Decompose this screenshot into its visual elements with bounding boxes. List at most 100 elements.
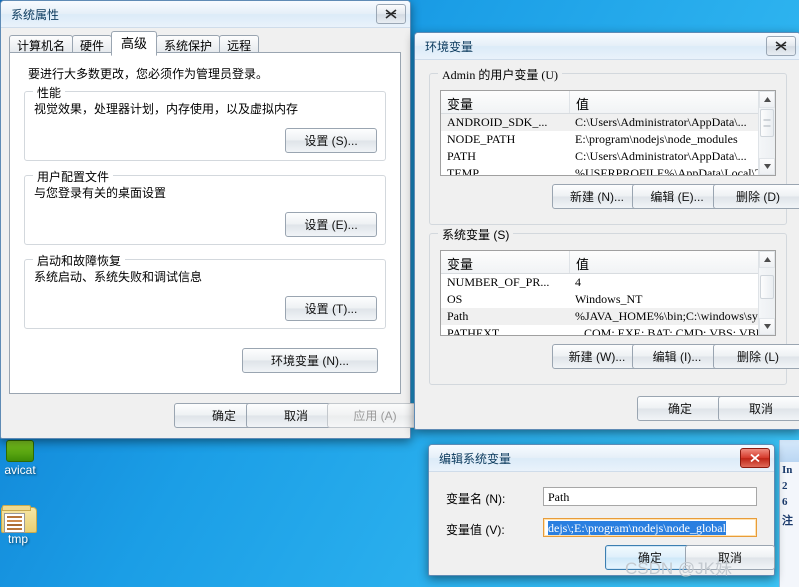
- table-row[interactable]: NODE_PATH E:\program\nodejs\node_modules: [441, 131, 775, 148]
- cell-variable: NUMBER_OF_PR...: [447, 275, 550, 289]
- cell-value: .COM;.EXE;.BAT;.CMD;.VBS;.VBE;: [581, 326, 767, 336]
- ok-button[interactable]: 确定: [637, 396, 723, 421]
- table-row[interactable]: ANDROID_SDK_... C:\Users\Administrator\A…: [441, 114, 775, 131]
- table-row[interactable]: PATH C:\Users\Administrator\AppData\...: [441, 148, 775, 165]
- cancel-button[interactable]: 取消: [718, 396, 799, 421]
- group-description: 视觉效果，处理器计划，内存使用，以及虚拟内存: [34, 102, 299, 116]
- performance-settings-button[interactable]: 设置 (S)...: [285, 128, 377, 153]
- group-user-profiles: 用户配置文件 与您登录有关的桌面设置 设置 (E)...: [24, 168, 386, 245]
- group-system-variables: 系统变量 (S) 变量 值 NUMBER_OF_PR... 4 OS Windo…: [429, 226, 799, 385]
- window-title: 编辑系统变量: [439, 452, 512, 466]
- startup-recovery-settings-button[interactable]: 设置 (T)...: [285, 296, 377, 321]
- variable-name-value: Path: [548, 490, 570, 504]
- table-row[interactable]: NUMBER_OF_PR... 4: [441, 274, 775, 291]
- cell-value: E:\program\nodejs\node_modules: [575, 132, 738, 146]
- scroll-down-arrow-icon[interactable]: [759, 158, 775, 175]
- background-window-line: 注: [782, 515, 793, 527]
- desktop-icon-tmp[interactable]: tmp: [0, 505, 48, 546]
- new-system-variable-button[interactable]: 新建 (W)...: [552, 344, 642, 369]
- table-row[interactable]: TEMP %USERPROFILE%\AppData\Local\Temp: [441, 165, 775, 176]
- close-icon[interactable]: [766, 36, 796, 56]
- new-user-variable-button[interactable]: 新建 (N)...: [552, 184, 642, 209]
- folder-icon: [1, 505, 37, 533]
- cell-value: C:\Users\Administrator\AppData\...: [575, 115, 747, 129]
- scrollbar-thumb[interactable]: [760, 109, 774, 137]
- column-header-value: 值: [570, 91, 775, 113]
- vertical-scrollbar[interactable]: [758, 91, 775, 175]
- list-header: 变量 值: [441, 251, 775, 274]
- environment-variables-titlebar[interactable]: 环境变量: [415, 33, 799, 60]
- column-header-variable: 变量: [441, 91, 570, 113]
- edit-system-variable-window[interactable]: 编辑系统变量 变量名 (N): Path 变量值 (V): dejs\;E:\p…: [428, 444, 775, 578]
- group-description: 系统启动、系统失败和调试信息: [34, 270, 203, 284]
- cell-value: 4: [575, 275, 581, 289]
- table-row[interactable]: Path %JAVA_HOME%\bin;C:\windows\syst...: [441, 308, 775, 325]
- desktop-icon-label: avicat: [4, 463, 36, 477]
- admin-notice: 要进行大多数更改，您必须作为管理员登录。: [28, 67, 269, 81]
- edit-user-variable-button[interactable]: 编辑 (E)...: [632, 184, 722, 209]
- cell-variable: Path: [447, 309, 469, 323]
- variable-value-text: dejs\;E:\program\nodejs\node_global: [548, 521, 726, 535]
- cell-variable: TEMP: [447, 166, 480, 176]
- group-legend: 用户配置文件: [33, 168, 114, 185]
- environment-variables-window[interactable]: 环境变量 Admin 的用户变量 (U) 变量 值 ANDROID_SDK_..…: [414, 32, 799, 430]
- system-variables-list[interactable]: 变量 值 NUMBER_OF_PR... 4 OS Windows_NT Pat…: [440, 250, 776, 336]
- system-properties-titlebar[interactable]: 系统属性: [1, 1, 410, 28]
- tab-advanced[interactable]: 高级: [111, 31, 158, 56]
- cell-value: %USERPROFILE%\AppData\Local\Temp: [575, 166, 775, 176]
- cell-value: C:\Users\Administrator\AppData\...: [575, 149, 747, 163]
- group-legend: 性能: [33, 84, 66, 101]
- close-glyph: [775, 41, 787, 51]
- cell-variable: NODE_PATH: [447, 132, 516, 146]
- table-row[interactable]: PATHEXT .COM;.EXE;.BAT;.CMD;.VBS;.VBE;: [441, 325, 775, 336]
- background-window-line: 2: [782, 480, 788, 492]
- background-window-titlebar: [780, 440, 799, 462]
- close-icon[interactable]: [376, 4, 406, 24]
- scroll-up-arrow-icon[interactable]: [759, 91, 775, 108]
- edit-system-variable-button[interactable]: 编辑 (I)...: [632, 344, 722, 369]
- variable-name-label: 变量名 (N):: [446, 492, 506, 506]
- window-title: 环境变量: [425, 40, 474, 54]
- background-window-line: In: [782, 464, 793, 476]
- group-legend: 系统变量 (S): [438, 226, 514, 243]
- list-header: 变量 值: [441, 91, 775, 114]
- system-properties-window[interactable]: 系统属性 计算机名 硬件 高级 系统保护 远程 要进行大多数更改，您必须作为管理员登录。…: [0, 0, 423, 439]
- tab-panel-advanced: 要进行大多数更改，您必须作为管理员登录。 性能 视觉效果，处理器计划，内存使用，…: [9, 52, 401, 394]
- group-performance: 性能 视觉效果，处理器计划，内存使用，以及虚拟内存 设置 (S)...: [24, 84, 386, 161]
- scrollbar-thumb[interactable]: [760, 275, 774, 299]
- scroll-down-arrow-icon[interactable]: [759, 318, 775, 335]
- user-profiles-settings-button[interactable]: 设置 (E)...: [285, 212, 377, 237]
- apply-button: 应用 (A): [327, 403, 423, 428]
- desktop-icon-label: tmp: [7, 532, 28, 546]
- background-window-sliver[interactable]: In 2 6 注: [779, 440, 799, 587]
- variable-value-label: 变量值 (V):: [446, 523, 505, 537]
- variable-name-input[interactable]: Path: [543, 487, 757, 506]
- tab-strip[interactable]: 计算机名 硬件 高级 系统保护 远程: [9, 31, 260, 56]
- cell-value: %JAVA_HOME%\bin;C:\windows\syst...: [575, 309, 775, 323]
- column-header-value: 值: [570, 251, 775, 273]
- background-window-line: 6: [782, 496, 788, 508]
- group-legend: 启动和故障恢复: [33, 252, 126, 269]
- close-glyph: [750, 453, 760, 463]
- user-variables-list[interactable]: 变量 值 ANDROID_SDK_... C:\Users\Administra…: [440, 90, 776, 176]
- navicat-app-icon: [6, 440, 34, 462]
- cell-value: Windows_NT: [575, 292, 643, 306]
- cell-variable: PATH: [447, 149, 476, 163]
- cell-variable: PATHEXT: [447, 326, 500, 336]
- delete-user-variable-button[interactable]: 删除 (D): [713, 184, 799, 209]
- group-startup-recovery: 启动和故障恢复 系统启动、系统失败和调试信息 设置 (T)...: [24, 252, 386, 329]
- edit-system-variable-titlebar[interactable]: 编辑系统变量: [429, 445, 774, 472]
- scroll-up-arrow-icon[interactable]: [759, 251, 775, 268]
- vertical-scrollbar[interactable]: [758, 251, 775, 335]
- watermark: CSDN @JK妹: [625, 559, 732, 578]
- group-description: 与您登录有关的桌面设置: [34, 186, 167, 200]
- variable-value-input[interactable]: dejs\;E:\program\nodejs\node_global: [543, 518, 757, 537]
- cell-variable: ANDROID_SDK_...: [447, 115, 548, 129]
- environment-variables-button[interactable]: 环境变量 (N)...: [242, 348, 378, 373]
- close-icon[interactable]: [740, 448, 770, 468]
- table-row[interactable]: OS Windows_NT: [441, 291, 775, 308]
- desktop-icon-navicat[interactable]: avicat: [0, 440, 50, 477]
- cell-variable: OS: [447, 292, 463, 306]
- delete-system-variable-button[interactable]: 删除 (L): [713, 344, 799, 369]
- close-glyph: [385, 9, 397, 19]
